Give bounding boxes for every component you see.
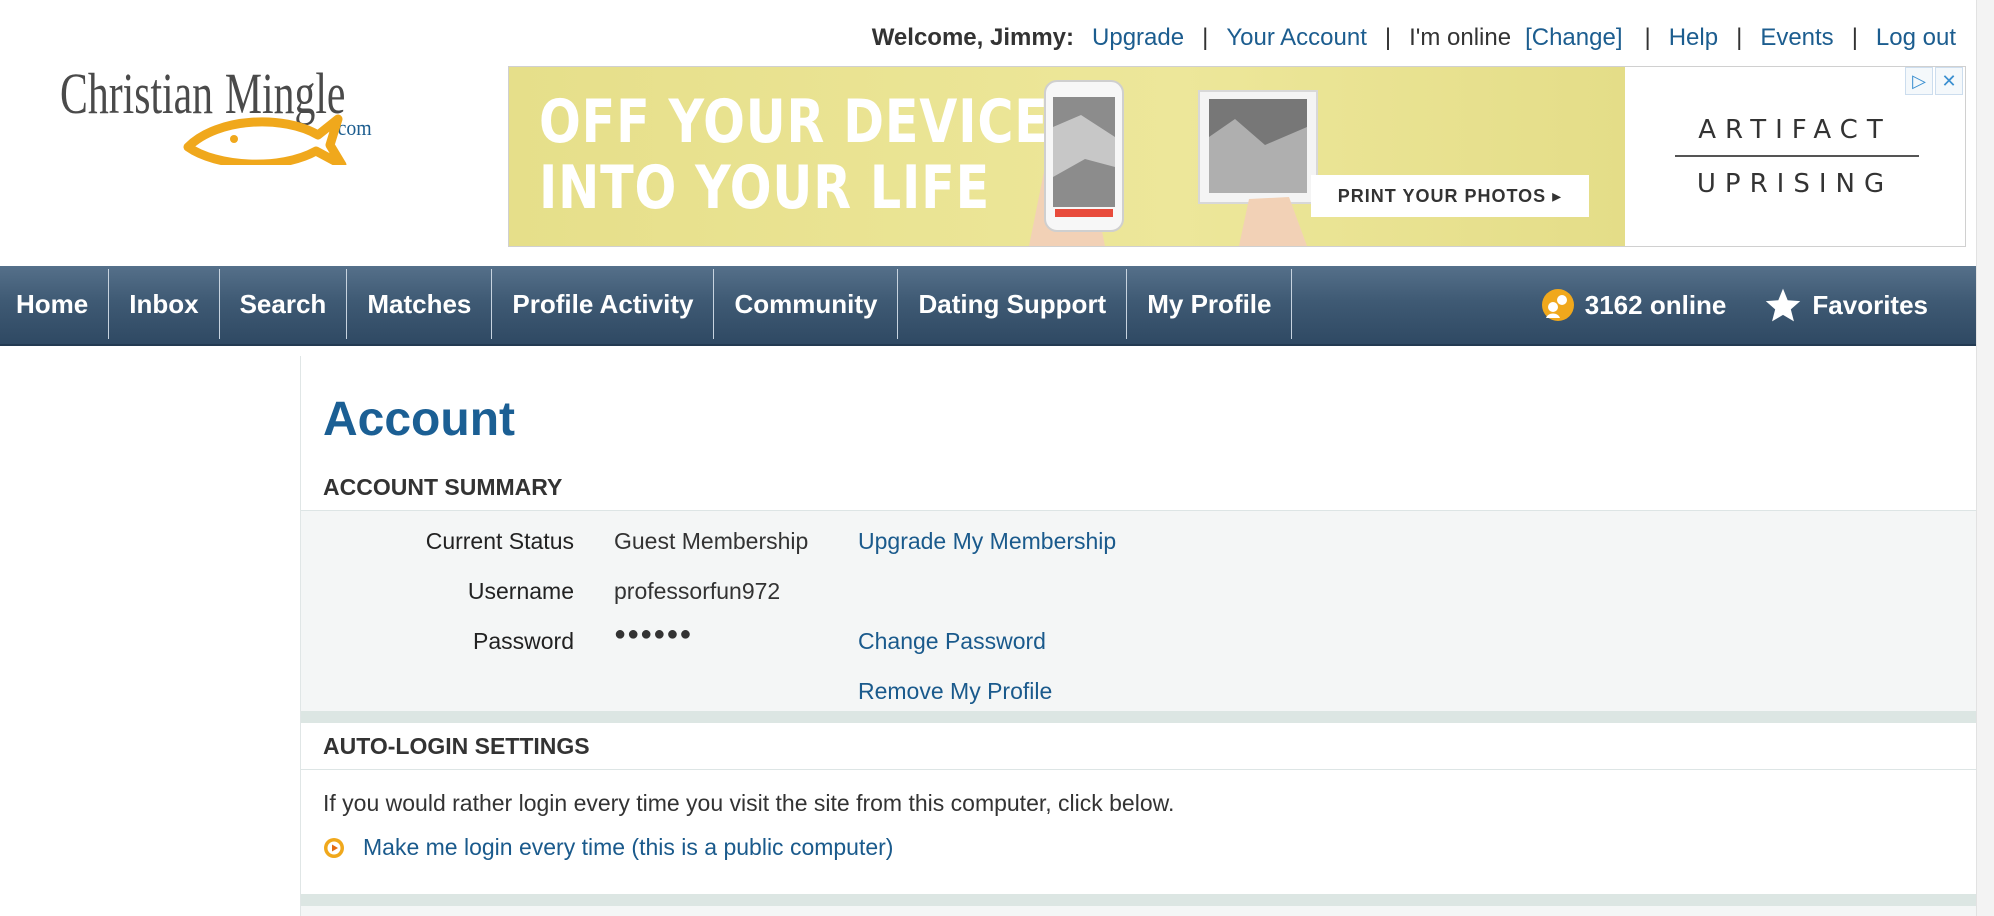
ad-headline-line1: OFF YOUR DEVICE: [539, 87, 1049, 157]
nav-right: 3162 online Favorites: [1541, 266, 1928, 344]
nav-items: Home Inbox Search Matches Profile Activi…: [0, 266, 1293, 344]
ad-brand-line2: UPRISING: [1696, 169, 1894, 199]
public-computer-login-link[interactable]: Make me login every time (this is a publ…: [363, 834, 893, 861]
top-utility-bar: Welcome, Jimmy: Upgrade | Your Account |…: [872, 24, 1956, 52]
remove-profile-link[interactable]: Remove My Profile: [858, 678, 1052, 705]
ad-brand-panel: ARTIFACT UPRISING ▷ ✕: [1625, 67, 1965, 246]
nav-item-my-profile[interactable]: My Profile: [1127, 269, 1293, 339]
nav-item-dating-support[interactable]: Dating Support: [898, 269, 1128, 339]
nav-item-matches[interactable]: Matches: [347, 269, 493, 339]
christianmingle-logo[interactable]: Christian Mingle .com: [60, 55, 390, 170]
separator: |: [1736, 24, 1743, 51]
current-status-label: Current Status: [425, 528, 574, 554]
nav-item-home[interactable]: Home: [0, 269, 110, 339]
fish-icon: [183, 114, 347, 170]
logo-text-accent: Mingle: [225, 61, 346, 125]
page-title: Account: [323, 393, 515, 446]
ad-cta-button[interactable]: PRINT YOUR PHOTOS ▸: [1311, 175, 1589, 217]
ad-headline-line2: INTO YOUR LIFE: [539, 153, 991, 223]
nav-item-profile-activity[interactable]: Profile Activity: [492, 269, 715, 339]
people-online-icon: [1541, 289, 1574, 321]
adchoices-icon[interactable]: ▷: [1905, 67, 1933, 95]
online-status-text: I'm online: [1409, 24, 1512, 51]
main-nav: Home Inbox Search Matches Profile Activi…: [0, 266, 1976, 346]
account-summary-panel: Current Status Guest Membership Upgrade …: [301, 511, 1976, 711]
ad-headline: OFF YOUR DEVICE INTO YOUR LIFE: [539, 89, 1049, 221]
logo-graphic: Christian Mingle .com: [60, 61, 372, 170]
ad-brand-divider: [1675, 155, 1919, 157]
ad-banner[interactable]: OFF YOUR DEVICE INTO YOUR LIFE PRINT YOU…: [508, 66, 1966, 247]
welcome-text: Welcome, Jimmy:: [871, 24, 1075, 51]
online-count-button[interactable]: 3162 online: [1541, 288, 1727, 322]
password-label: Password: [473, 628, 574, 654]
close-icon[interactable]: ✕: [1935, 67, 1963, 95]
auto-login-panel: If you would rather login every time you…: [301, 770, 1976, 892]
nav-item-search[interactable]: Search: [220, 269, 348, 339]
ad-brand-line1: ARTIFACT: [1698, 115, 1892, 145]
logout-link[interactable]: Log out: [1876, 24, 1956, 52]
password-value: ●●●●●●: [614, 623, 693, 645]
account-summary-header: ACCOUNT SUMMARY: [301, 464, 1976, 511]
help-link[interactable]: Help: [1669, 24, 1718, 52]
your-account-link[interactable]: Your Account: [1226, 24, 1367, 52]
play-circle-icon: [324, 837, 344, 858]
upgrade-link[interactable]: Upgrade: [1092, 24, 1184, 52]
username-value: professorfun972: [614, 578, 781, 604]
favorites-label: Favorites: [1812, 289, 1928, 320]
star-icon: [1766, 288, 1801, 322]
online-count: 3162 online: [1584, 289, 1727, 320]
account-summary-heading: ACCOUNT SUMMARY: [323, 474, 563, 500]
events-link[interactable]: Events: [1760, 24, 1833, 52]
phone-photo-illustration-icon: [1029, 80, 1318, 246]
ad-image-area: OFF YOUR DEVICE INTO YOUR LIFE PRINT YOU…: [509, 67, 1625, 246]
page: Welcome, Jimmy: Upgrade | Your Account |…: [0, 0, 1994, 916]
upgrade-membership-link[interactable]: Upgrade My Membership: [858, 528, 1116, 555]
fish-eye-icon: [230, 135, 238, 143]
auto-login-description: If you would rather login every time you…: [323, 790, 1175, 816]
auto-login-heading: AUTO-LOGIN SETTINGS: [323, 733, 590, 759]
username-label: Username: [467, 578, 574, 604]
separator: |: [1644, 24, 1651, 51]
next-section-panel: [301, 906, 1976, 916]
separator: |: [1851, 24, 1858, 51]
auto-login-header: AUTO-LOGIN SETTINGS: [301, 723, 1976, 770]
nav-item-community[interactable]: Community: [714, 269, 899, 339]
favorites-button[interactable]: Favorites: [1764, 287, 1928, 323]
auto-login-action[interactable]: Make me login every time (this is a publ…: [323, 834, 893, 861]
ad-choices: ▷ ✕: [1905, 67, 1963, 95]
section-divider: [301, 894, 1976, 906]
account-content: Account ACCOUNT SUMMARY Current Status G…: [301, 356, 1976, 916]
section-divider: [301, 711, 1976, 723]
logo-text-main: Christian: [60, 61, 213, 125]
separator: |: [1202, 24, 1209, 51]
page-scrollbar[interactable]: [1976, 0, 1994, 916]
nav-item-inbox[interactable]: Inbox: [109, 269, 220, 339]
change-password-link[interactable]: Change Password: [858, 628, 1046, 655]
change-status-link[interactable]: [Change]: [1525, 24, 1622, 52]
separator: |: [1384, 24, 1392, 51]
current-status-value: Guest Membership: [614, 528, 809, 554]
